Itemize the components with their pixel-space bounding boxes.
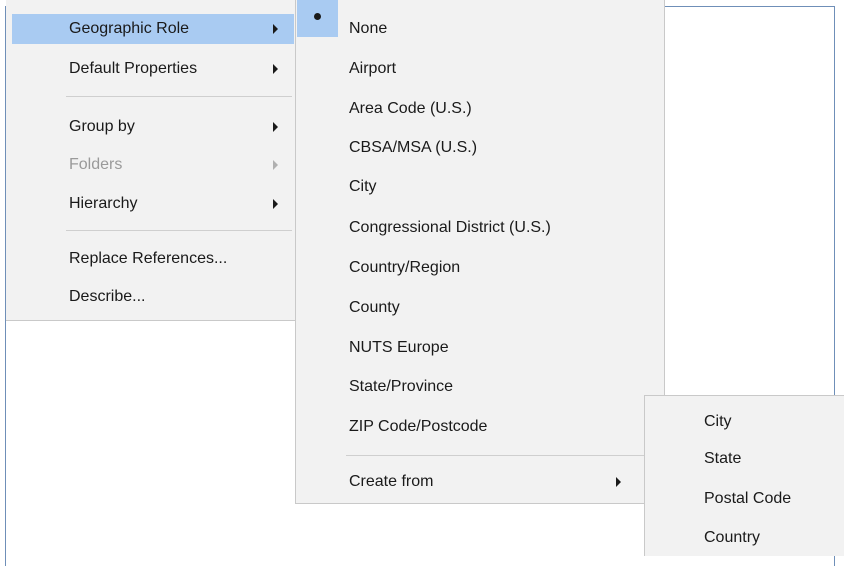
context-menu: Geographic Role Default Properties Group… bbox=[6, 0, 296, 321]
menu-item-label: State/Province bbox=[349, 378, 454, 395]
menu-item-describe[interactable]: Describe... bbox=[6, 282, 294, 312]
menu-item-replace-references[interactable]: Replace References... bbox=[6, 244, 294, 274]
menu-item-label: State bbox=[704, 450, 742, 467]
menu-item-country[interactable]: Country bbox=[645, 523, 843, 553]
chevron-right-icon bbox=[273, 122, 278, 132]
menu-item-congressional-district[interactable]: Congressional District (U.S.) bbox=[296, 213, 664, 243]
menu-item-cbsa-msa[interactable]: CBSA/MSA (U.S.) bbox=[296, 133, 664, 163]
chevron-right-icon bbox=[273, 160, 278, 170]
menu-item-city[interactable]: City bbox=[296, 172, 664, 202]
menu-item-label: Describe... bbox=[69, 288, 146, 305]
menu-item-state-province[interactable]: State/Province bbox=[296, 372, 664, 402]
menu-item-area-code[interactable]: Area Code (U.S.) bbox=[296, 94, 664, 124]
chevron-right-icon bbox=[273, 64, 278, 74]
menu-item-label: City bbox=[349, 178, 377, 195]
menu-item-label: None bbox=[349, 20, 388, 37]
menu-item-nuts-europe[interactable]: NUTS Europe bbox=[296, 333, 664, 363]
menu-item-label: Replace References... bbox=[69, 250, 228, 267]
menu-item-label: Hierarchy bbox=[69, 195, 138, 212]
menu-item-label: Default Properties bbox=[69, 60, 198, 77]
menu-item-geographic-role[interactable]: Geographic Role bbox=[12, 14, 294, 44]
chevron-right-icon bbox=[273, 24, 278, 34]
chevron-right-icon bbox=[616, 477, 621, 487]
menu-item-label: CBSA/MSA (U.S.) bbox=[349, 139, 478, 156]
menu-item-airport[interactable]: Airport bbox=[296, 54, 664, 84]
menu-item-label: NUTS Europe bbox=[349, 339, 449, 356]
create-from-submenu: City State Postal Code Country bbox=[644, 395, 844, 556]
menu-item-label: Country/Region bbox=[349, 259, 461, 276]
menu-item-label: Group by bbox=[69, 118, 135, 135]
menu-item-label: Folders bbox=[69, 156, 123, 173]
menu-item-none[interactable]: None bbox=[296, 14, 664, 44]
menu-item-hierarchy[interactable]: Hierarchy bbox=[6, 189, 294, 219]
menu-item-default-properties[interactable]: Default Properties bbox=[6, 54, 294, 84]
menu-item-label: ZIP Code/Postcode bbox=[349, 418, 488, 435]
menu-item-label: Geographic Role bbox=[69, 20, 190, 37]
menu-item-label: Area Code (U.S.) bbox=[349, 100, 472, 117]
menu-item-label: Postal Code bbox=[704, 490, 792, 507]
menu-item-group-by[interactable]: Group by bbox=[6, 112, 294, 142]
menu-item-postal-code[interactable]: Postal Code bbox=[645, 484, 843, 514]
menu-item-label: Country bbox=[704, 529, 761, 546]
menu-item-county[interactable]: County bbox=[296, 293, 664, 323]
menu-separator bbox=[66, 96, 292, 97]
chevron-right-icon bbox=[273, 199, 278, 209]
geographic-role-submenu: None Airport Area Code (U.S.) CBSA/MSA (… bbox=[295, 0, 665, 504]
menu-item-zip-code[interactable]: ZIP Code/Postcode bbox=[296, 412, 664, 442]
menu-item-label: County bbox=[349, 299, 400, 316]
menu-item-label: Create from bbox=[349, 473, 434, 490]
menu-separator bbox=[346, 455, 660, 456]
menu-item-state[interactable]: State bbox=[645, 444, 843, 474]
menu-item-label: City bbox=[704, 413, 732, 430]
menu-separator bbox=[66, 230, 292, 231]
menu-item-country-region[interactable]: Country/Region bbox=[296, 253, 664, 283]
menu-item-city[interactable]: City bbox=[645, 407, 843, 437]
menu-item-label: Airport bbox=[349, 60, 397, 77]
menu-item-label: Congressional District (U.S.) bbox=[349, 219, 551, 236]
menu-item-create-from[interactable]: Create from bbox=[296, 467, 664, 497]
menu-item-folders: Folders bbox=[6, 150, 294, 180]
